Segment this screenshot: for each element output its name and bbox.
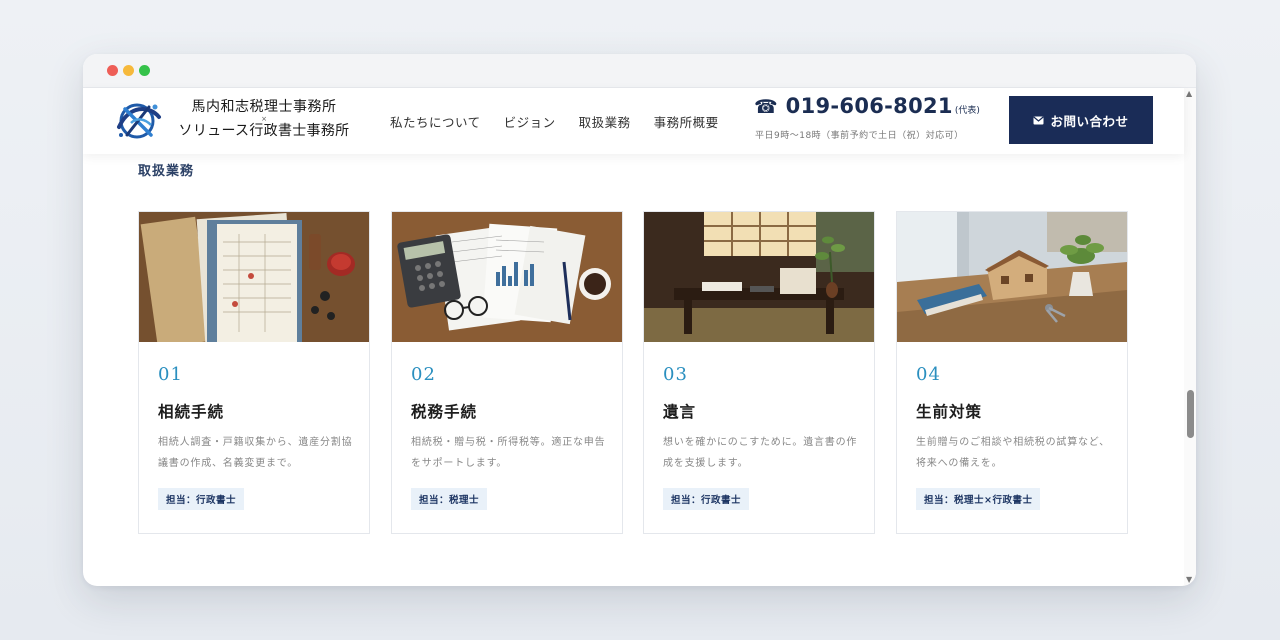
card-tag: 担当：行政書士 (663, 488, 750, 510)
card-number: 01 (158, 364, 183, 385)
card-number: 02 (411, 364, 436, 385)
card-title: 遺言 (663, 402, 697, 421)
card-image-documents (139, 212, 369, 342)
logo-firm-name-2: ソリュース行政書士事務所 (178, 123, 350, 139)
maximize-window-button[interactable] (139, 65, 150, 76)
business-hours: 平日9時〜18時（事前予約で土日（祝）対応可） (755, 131, 964, 141)
services-section: 取扱業務 01 相続手続 相続人調査・戸籍収集から、遺産分割協議書の作成、名義変… (83, 154, 1184, 586)
card-description: 想いを確かにのこすために。遺言書の作成を支援します。 (663, 437, 858, 469)
card-image-calculator (392, 212, 622, 342)
card-tag: 担当：行政書士 (158, 488, 245, 510)
card-tag: 担当：税理士 (411, 488, 488, 510)
minimize-window-button[interactable] (123, 65, 134, 76)
close-window-button[interactable] (107, 65, 118, 76)
logo-firm-name-1: 馬内和志税理士事務所 (191, 99, 337, 115)
nav-item-office[interactable]: 事務所概要 (654, 112, 719, 131)
service-card-planning[interactable]: 04 生前対策 生前贈与のご相談や相続税の試算など、将来への備えを。 担当：税理… (896, 211, 1128, 534)
card-description: 相続税・贈与税・所得税等。適正な申告をサポートします。 (411, 437, 606, 469)
phone-contact[interactable]: ☎ 019-606-8021 (代表) (754, 94, 980, 118)
page-scrollbar[interactable]: ▲ ▼ (1184, 88, 1196, 586)
contact-button[interactable]: お問い合わせ (1009, 96, 1153, 144)
card-number: 03 (663, 364, 688, 385)
browser-window: 馬内和志税理士事務所 × ソリュース行政書士事務所 私たちについて ビジョン 取… (83, 54, 1196, 586)
window-titlebar (83, 54, 1196, 88)
nav-item-services[interactable]: 取扱業務 (579, 112, 631, 131)
service-card-will[interactable]: 03 遺言 想いを確かにのこすために。遺言書の作成を支援します。 担当：行政書士 (643, 211, 875, 534)
card-image-house-model (897, 212, 1127, 342)
card-description: 相続人調査・戸籍収集から、遺産分割協議書の作成、名義変更まで。 (158, 437, 353, 469)
scroll-down-arrow-icon[interactable]: ▼ (1186, 576, 1192, 584)
phone-note: (代表) (954, 106, 980, 116)
service-card-tax[interactable]: 02 税務手続 相続税・贈与税・所得税等。適正な申告をサポートします。 担当：税… (391, 211, 623, 534)
section-title: 取扱業務 (138, 164, 195, 179)
card-description: 生前贈与のご相談や相続税の試算など、将来への備えを。 (916, 437, 1110, 469)
scroll-up-arrow-icon[interactable]: ▲ (1186, 90, 1192, 98)
contact-button-label: お問い合わせ (1050, 113, 1129, 129)
site-header: 馬内和志税理士事務所 × ソリュース行政書士事務所 私たちについて ビジョン 取… (83, 88, 1184, 154)
main-nav: 私たちについて ビジョン 取扱業務 事務所概要 (390, 112, 719, 131)
card-title: 税務手続 (411, 402, 478, 421)
card-number: 04 (916, 364, 941, 385)
nav-item-vision[interactable]: ビジョン (504, 112, 556, 131)
card-title: 生前対策 (916, 402, 983, 421)
phone-number: 019-606-8021 (785, 94, 953, 118)
card-tag: 担当：税理士×行政書士 (916, 488, 1041, 510)
card-image-desk (644, 212, 874, 342)
phone-icon: ☎ (754, 96, 778, 118)
scrollbar-thumb[interactable] (1187, 390, 1194, 438)
logo-emblem-icon[interactable] (111, 97, 167, 143)
mail-icon (1033, 116, 1045, 125)
site-logo[interactable]: 馬内和志税理士事務所 × ソリュース行政書士事務所 (169, 98, 359, 140)
service-card-inheritance[interactable]: 01 相続手続 相続人調査・戸籍収集から、遺産分割協議書の作成、名義変更まで。 … (138, 211, 370, 534)
nav-item-about[interactable]: 私たちについて (390, 112, 481, 131)
card-title: 相続手続 (158, 402, 225, 421)
